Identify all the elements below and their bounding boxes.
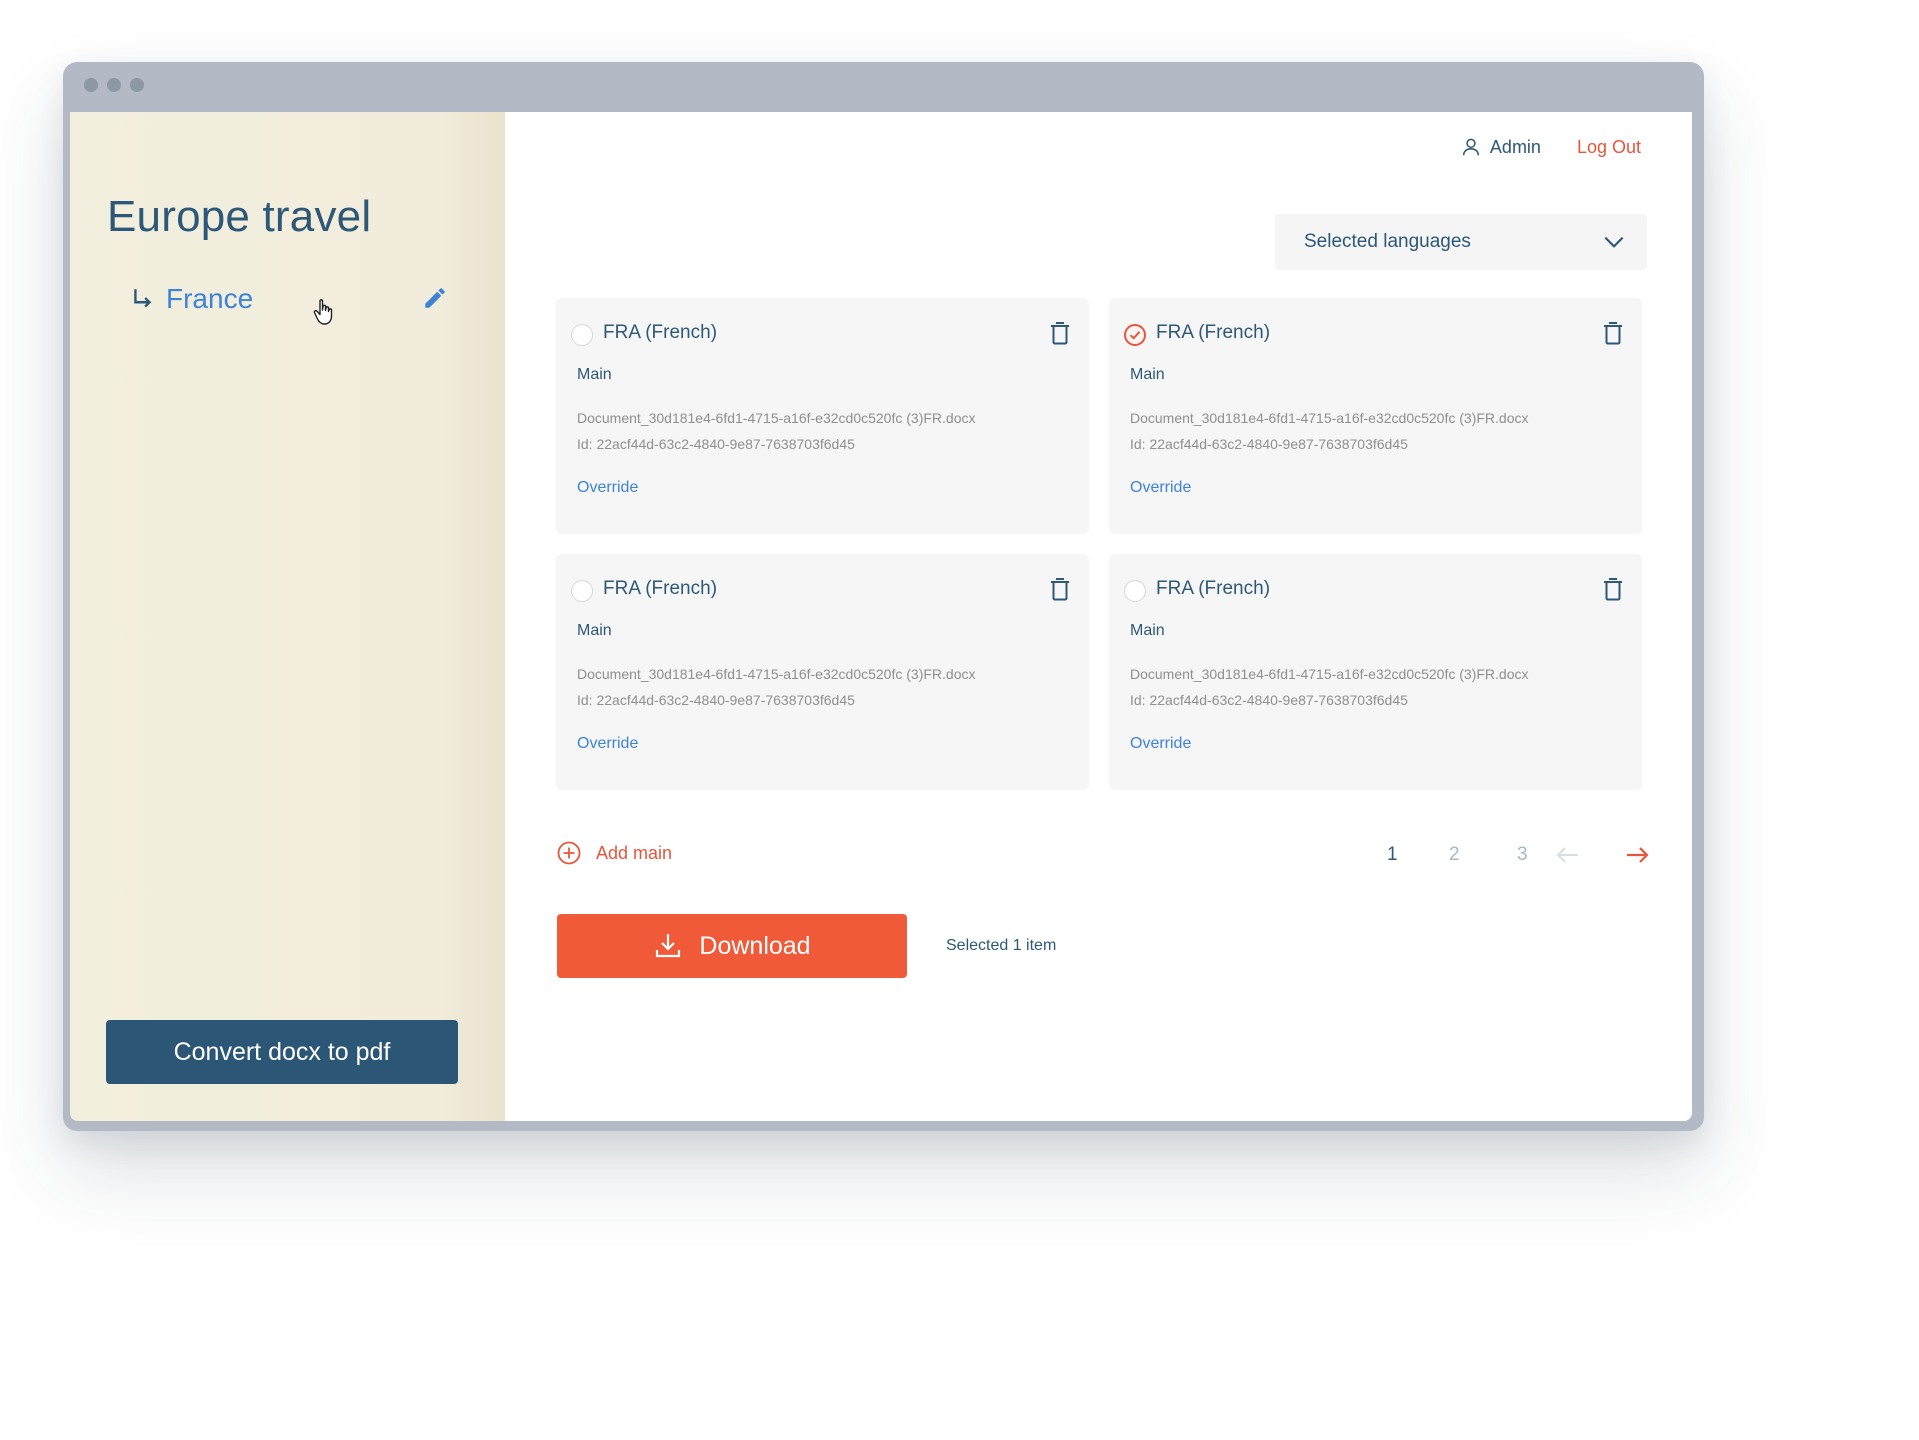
pagination: 1 2 3 bbox=[505, 840, 1692, 870]
trash-icon[interactable] bbox=[1048, 320, 1072, 346]
pencil-icon[interactable] bbox=[422, 285, 448, 311]
download-label: Download bbox=[699, 931, 811, 960]
arrow-left-icon[interactable] bbox=[1554, 842, 1582, 868]
document-card: FRA (French) Main Document_30d181e4-6fd1… bbox=[556, 554, 1089, 790]
app-viewport: Europe travel France Convert docx to pdf bbox=[70, 112, 1692, 1121]
page-number-1[interactable]: 1 bbox=[1387, 844, 1398, 866]
window-dot bbox=[107, 78, 121, 92]
card-document-id: Id: 22acf44d-63c2-4840-9e87-7638703f6d45 bbox=[1130, 692, 1408, 708]
card-override-link[interactable]: Override bbox=[1130, 479, 1191, 497]
document-card: FRA (French) Main Document_30d181e4-6fd1… bbox=[1109, 298, 1642, 534]
sidebar: Europe travel France Convert docx to pdf bbox=[70, 112, 505, 1121]
card-select-radio[interactable] bbox=[1124, 324, 1146, 346]
trash-icon[interactable] bbox=[1048, 576, 1072, 602]
card-override-link[interactable]: Override bbox=[1130, 735, 1191, 753]
window-dot bbox=[130, 78, 144, 92]
document-card: FRA (French) Main Document_30d181e4-6fd1… bbox=[1109, 554, 1642, 790]
project-title: Europe travel bbox=[107, 192, 372, 241]
card-language-title: FRA (French) bbox=[1156, 578, 1271, 599]
user-icon bbox=[1462, 138, 1480, 156]
language-select[interactable]: Selected languages bbox=[1275, 214, 1647, 270]
chevron-down-icon bbox=[1604, 236, 1624, 248]
card-language-title: FRA (French) bbox=[1156, 322, 1271, 343]
user-area: Admin Log Out bbox=[1460, 136, 1641, 158]
user-name: Admin bbox=[1489, 136, 1541, 157]
selected-count-text: Selected 1 item bbox=[946, 937, 1057, 954]
card-type-label: Main bbox=[1130, 366, 1165, 383]
download-icon bbox=[656, 934, 681, 958]
window-controls bbox=[84, 78, 144, 92]
user-account[interactable]: Admin bbox=[1460, 136, 1541, 158]
download-button[interactable]: Download bbox=[557, 914, 907, 978]
browser-window: Europe travel France Convert docx to pdf bbox=[63, 62, 1704, 1131]
convert-docx-to-pdf-button[interactable]: Convert docx to pdf bbox=[106, 1020, 458, 1084]
card-language-title: FRA (French) bbox=[603, 578, 718, 599]
card-type-label: Main bbox=[1130, 622, 1165, 639]
check-circle-icon bbox=[1129, 331, 1141, 340]
card-file-name: Document_30d181e4-6fd1-4715-a16f-e32cd0c… bbox=[1130, 410, 1529, 426]
page-number-3[interactable]: 3 bbox=[1517, 844, 1528, 866]
logout-link[interactable]: Log Out bbox=[1577, 137, 1641, 158]
card-type-label: Main bbox=[577, 622, 612, 639]
document-card: FRA (French) Main Document_30d181e4-6fd1… bbox=[556, 298, 1089, 534]
card-select-radio[interactable] bbox=[571, 580, 593, 602]
sidebar-item-label: France bbox=[166, 283, 254, 314]
card-type-label: Main bbox=[577, 366, 612, 383]
card-override-link[interactable]: Override bbox=[577, 735, 638, 753]
window-dot bbox=[84, 78, 98, 92]
card-document-id: Id: 22acf44d-63c2-4840-9e87-7638703f6d45 bbox=[577, 692, 855, 708]
sidebar-item-france[interactable]: France bbox=[130, 277, 450, 321]
language-select-label: Selected languages bbox=[1304, 231, 1471, 252]
card-document-id: Id: 22acf44d-63c2-4840-9e87-7638703f6d45 bbox=[577, 436, 855, 452]
card-language-title: FRA (French) bbox=[603, 322, 718, 343]
card-select-radio[interactable] bbox=[571, 324, 593, 346]
hand-cursor-icon bbox=[313, 299, 333, 325]
card-document-id: Id: 22acf44d-63c2-4840-9e87-7638703f6d45 bbox=[1130, 436, 1408, 452]
return-arrow-icon bbox=[134, 289, 152, 308]
document-card-grid: FRA (French) Main Document_30d181e4-6fd1… bbox=[556, 298, 1647, 790]
card-file-name: Document_30d181e4-6fd1-4715-a16f-e32cd0c… bbox=[577, 666, 976, 682]
card-file-name: Document_30d181e4-6fd1-4715-a16f-e32cd0c… bbox=[1130, 666, 1529, 682]
trash-icon[interactable] bbox=[1601, 576, 1625, 602]
card-select-radio[interactable] bbox=[1124, 580, 1146, 602]
card-file-name: Document_30d181e4-6fd1-4715-a16f-e32cd0c… bbox=[577, 410, 976, 426]
card-override-link[interactable]: Override bbox=[577, 479, 638, 497]
trash-icon[interactable] bbox=[1601, 320, 1625, 346]
page-number-2[interactable]: 2 bbox=[1449, 844, 1460, 866]
main-content: Admin Log Out Selected languages FRA (Fr… bbox=[505, 112, 1692, 1121]
arrow-right-icon[interactable] bbox=[1623, 842, 1651, 868]
